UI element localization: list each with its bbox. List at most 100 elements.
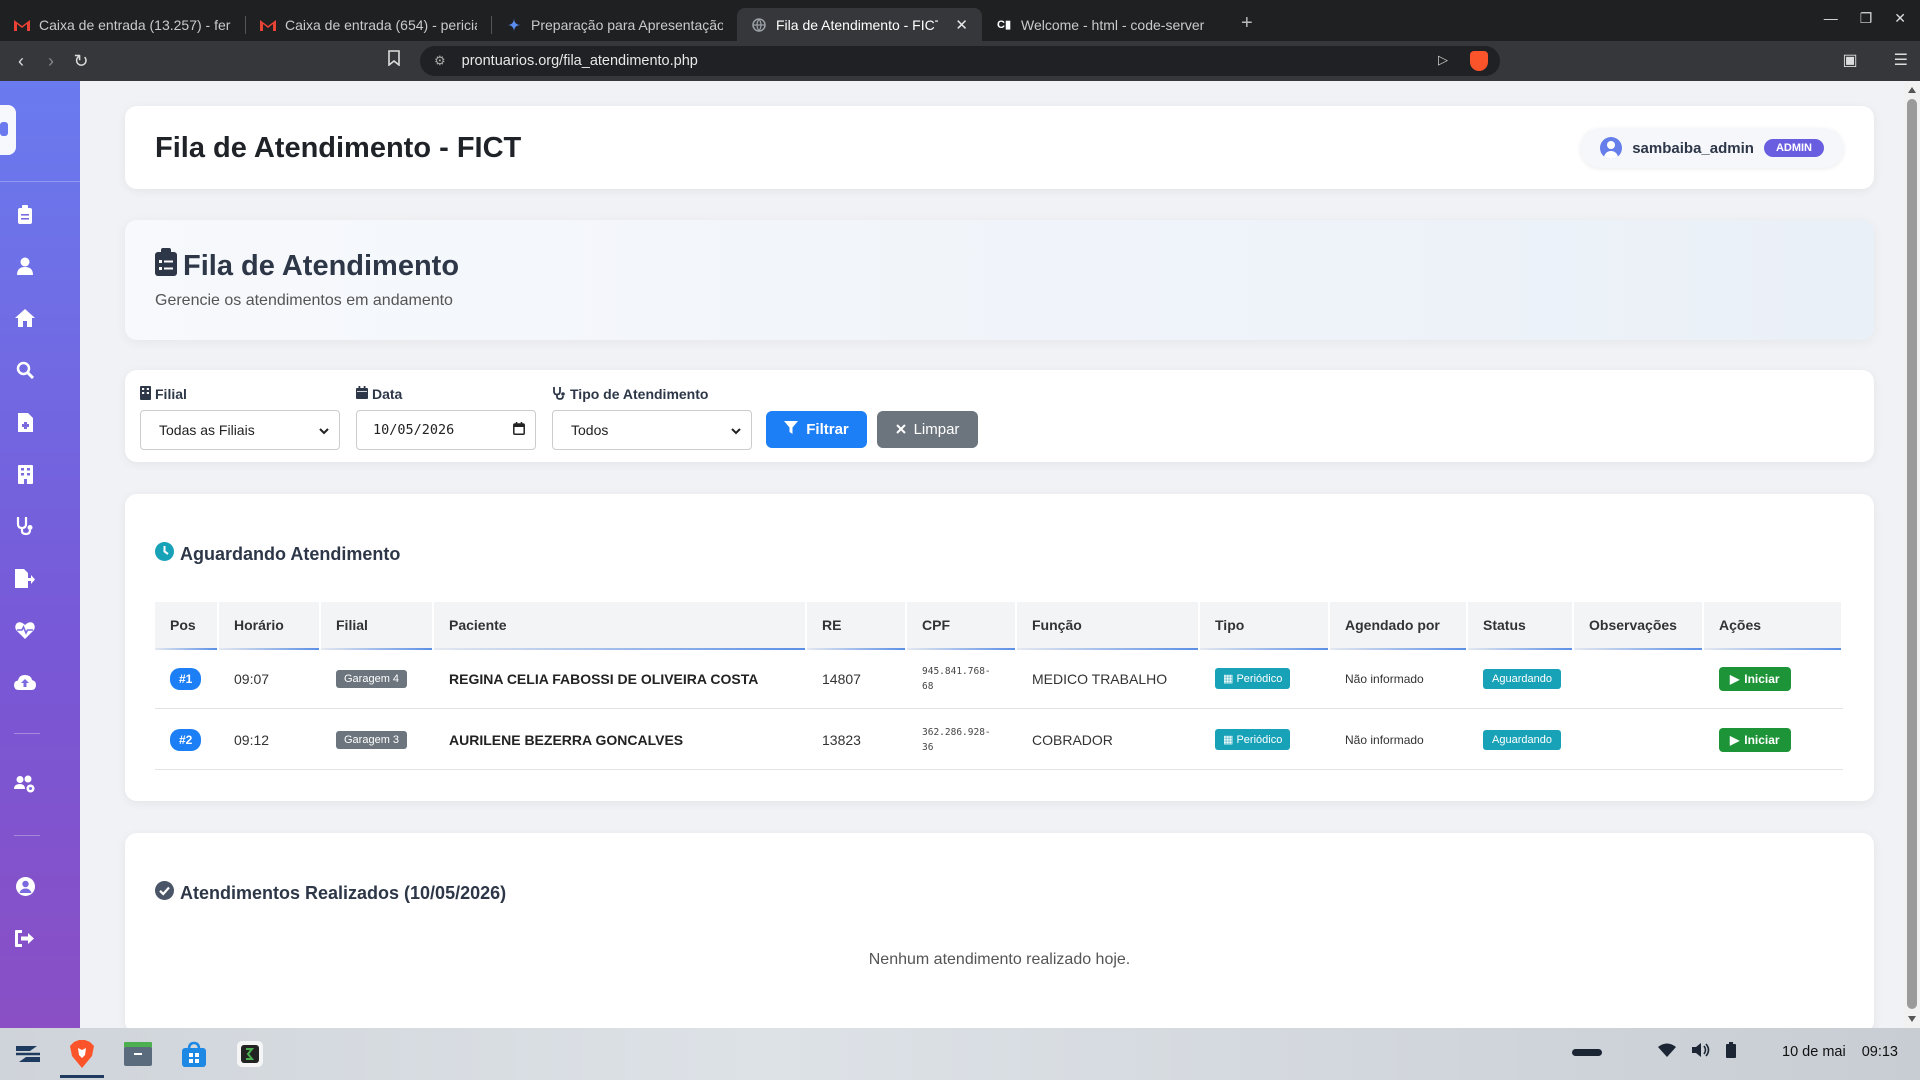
column-header[interactable]: RE [807,602,907,650]
page-header: Fila de Atendimento Gerencie os atendime… [125,220,1874,340]
calendar-picker-icon[interactable] [513,421,525,439]
browser-tab-active[interactable]: Fila de Atendimento - FICT ✕ [737,8,982,41]
time-cell: 09:12 [234,731,270,748]
column-header[interactable]: Horário [219,602,321,650]
re-cell: 13823 [822,731,861,748]
page-scrollbar[interactable] [1904,81,1920,1028]
zorin-menu-icon[interactable] [12,1038,44,1070]
user-menu[interactable]: sambaiba_admin ADMIN [1580,128,1844,168]
start-button-label: Iniciar [1744,732,1780,747]
terminal-app-icon[interactable] [234,1038,266,1070]
app-logo[interactable] [0,105,16,155]
table-row: #2 09:12 Garagem 3 AURILENE BEZERRA GONC… [155,709,1843,770]
heartbeat-icon[interactable] [14,619,36,641]
address-bar[interactable]: ⚙ prontuarios.org/fila_atendimento.php ▷ [420,46,1500,76]
minimize-icon[interactable]: — [1824,10,1838,27]
sign-out-icon[interactable] [14,927,36,949]
date-input-value: 10/05/2026 [373,422,455,438]
tipo-label-text: Tipo de Atendimento [570,386,709,402]
tab-title: Fila de Atendimento - FICT [776,16,939,33]
browser-tab[interactable]: Caixa de entrada (654) - pericia [246,8,491,41]
menu-icon[interactable]: ☰ [1894,50,1908,70]
building-icon[interactable] [14,463,36,485]
browser-tab[interactable]: Caixa de entrada (13.257) - fern [0,8,245,41]
start-button[interactable]: ▶ Iniciar [1719,727,1791,752]
chevron-down-icon [731,422,741,438]
software-store-icon[interactable] [178,1038,210,1070]
globe-icon [751,17,767,33]
brave-shields-icon[interactable] [1470,51,1488,71]
filial-select[interactable]: Todas as Filiais [140,410,340,450]
bookmark-icon[interactable] [388,50,400,71]
column-header[interactable]: Ações [1704,602,1843,650]
position-badge: #2 [170,728,202,751]
position-badge: #1 [170,667,202,690]
site-settings-icon[interactable]: ⚙ [434,53,446,69]
search-icon[interactable] [14,359,36,381]
cpf-cell: 945.841.768-68 [922,665,991,692]
tipo-select[interactable]: Todos [552,410,752,450]
clipboard-list-icon [155,248,177,284]
browser-tab[interactable]: Preparação para Apresentação [492,8,737,41]
column-header[interactable]: Função [1017,602,1200,650]
volume-icon[interactable] [1692,1042,1710,1062]
column-header[interactable]: Tipo [1200,602,1330,650]
patient-name: REGINA CELIA FABOSSI DE OLIVEIRA COSTA [449,670,759,687]
column-header[interactable]: Filial [321,602,434,650]
start-button[interactable]: ▶ Iniciar [1719,666,1791,691]
file-manager-icon[interactable] [122,1038,154,1070]
clock-time[interactable]: 09:13 [1862,1044,1898,1060]
clear-button[interactable]: Limpar [877,411,978,448]
status-badge: Aguardando [1483,729,1561,750]
scheduled-by-cell: Não informado [1345,671,1424,686]
calendar-icon: ▦ [1223,673,1237,685]
clipboard-icon[interactable] [14,203,36,225]
reload-icon[interactable]: ↻ [66,51,96,72]
clock-icon [155,542,174,566]
stethoscope-icon[interactable] [14,515,36,537]
chevron-down-icon [319,422,329,438]
column-header[interactable]: Agendado por [1330,602,1468,650]
role-badge: ADMIN [1763,139,1824,157]
column-header[interactable]: Paciente [434,602,807,650]
column-header[interactable]: Observações [1574,602,1704,650]
new-tab-icon[interactable]: + [1241,12,1253,35]
filter-icon [784,420,799,439]
queue-table: Pos Horário Filial Paciente RE CPF Funçã… [155,602,1843,770]
keyboard-layout-indicator[interactable] [1572,1048,1603,1056]
column-header[interactable]: Pos [155,602,219,650]
wifi-icon[interactable] [1658,1043,1677,1061]
close-tab-icon[interactable]: ✕ [955,16,968,34]
home-icon[interactable] [14,307,36,329]
scrollbar-thumb[interactable] [1907,99,1917,1009]
gmail-icon [14,17,30,33]
user-medical-icon[interactable] [14,255,36,277]
close-window-icon[interactable]: ✕ [1894,10,1906,27]
share-icon[interactable]: ▷ [1438,52,1448,68]
maximize-icon[interactable]: ❐ [1860,10,1873,27]
column-header[interactable]: Status [1468,602,1574,650]
active-app-indicator [60,1075,104,1078]
sidebar-toggle-icon[interactable]: ▣ [1843,50,1858,70]
queue-title-text: Aguardando Atendimento [180,543,401,564]
time-cell: 09:07 [234,670,270,687]
column-header[interactable]: CPF [907,602,1017,650]
tipo-label: Tipo de Atendimento [552,385,752,403]
tipo-badge: ▦ Periódico [1215,668,1291,689]
clock-date[interactable]: 10 de mai [1782,1044,1846,1060]
browser-tab[interactable]: C▮ Welcome - html - code-server [982,8,1227,41]
users-cog-icon[interactable] [14,773,36,795]
file-export-icon[interactable] [14,567,36,589]
battery-icon[interactable] [1726,1042,1737,1062]
cloud-upload-icon[interactable] [14,671,36,693]
filial-label-text: Filial [155,386,187,402]
forward-icon[interactable]: › [36,51,66,72]
gmail-icon [260,17,276,33]
user-circle-icon[interactable] [14,875,36,897]
file-medical-icon[interactable] [14,411,36,433]
filter-button[interactable]: Filtrar [766,411,867,448]
user-name: sambaiba_admin [1632,139,1754,157]
brave-browser-icon[interactable] [66,1038,98,1070]
date-input[interactable]: 10/05/2026 [356,410,536,450]
back-icon[interactable]: ‹ [6,51,36,72]
